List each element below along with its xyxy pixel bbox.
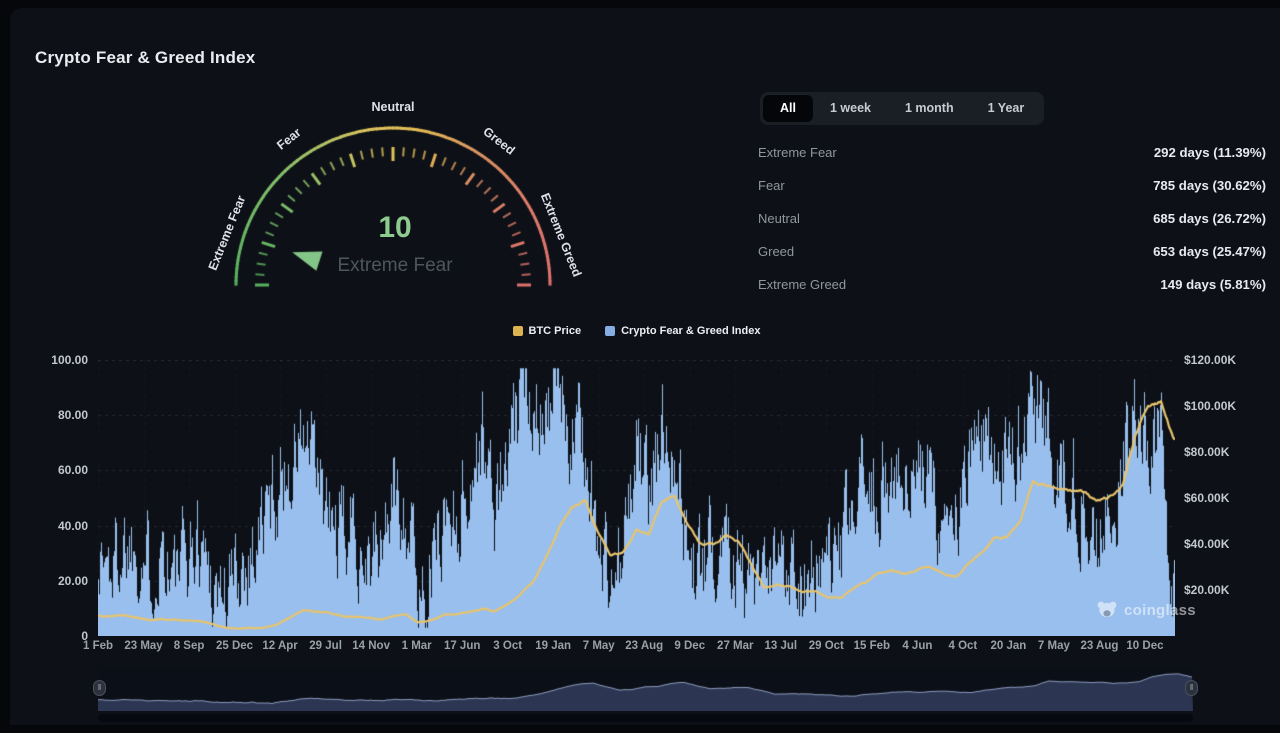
x-tick: 1 Mar [401, 640, 432, 652]
y-left-tick: 80.00 [57, 408, 88, 423]
y-left-tick: 40.00 [57, 518, 88, 533]
x-tick: 14 Nov [352, 640, 390, 652]
x-tick: 7 May [582, 640, 615, 652]
stat-row: Extreme Fear 292 days (11.39%) [758, 136, 1266, 169]
stat-value: 292 days (11.39%) [1153, 145, 1266, 160]
stat-value: 785 days (30.62%) [1153, 178, 1266, 193]
x-tick: 27 Mar [717, 640, 754, 652]
stat-label: Fear [758, 178, 785, 193]
y-left-tick: 20.00 [57, 573, 88, 588]
y-right-tick: $100.00K [1184, 399, 1237, 413]
stat-row: Extreme Greed 149 days (5.81%) [758, 268, 1266, 301]
tab-1-month[interactable]: 1 month [888, 95, 971, 122]
y-left-tick: 0 [81, 629, 88, 643]
navigator-mini-chart[interactable] [98, 666, 1193, 711]
tab-1-week[interactable]: 1 week [813, 95, 888, 122]
y-right-tick: $20.00K [1184, 583, 1230, 597]
y-right-tick: $40.00K [1184, 537, 1230, 551]
legend-label: Crypto Fear & Greed Index [621, 325, 761, 337]
x-tick: 29 Oct [808, 640, 844, 652]
fear-greed-gauge: Extreme Fear Fear Neutral Greed Extreme Gree… [205, 93, 585, 305]
stat-value: 685 days (26.72%) [1153, 211, 1266, 226]
legend-item: Crypto Fear & Greed Index [605, 325, 760, 337]
legend-swatch [512, 326, 523, 336]
fear-greed-history-chart[interactable] [98, 360, 1175, 636]
x-tick: 23 Aug [625, 640, 664, 652]
tab-all[interactable]: All [763, 95, 813, 122]
x-tick: 4 Jun [902, 640, 933, 652]
x-tick: 1 Feb [82, 640, 114, 652]
gauge-status: Extreme Fear [337, 255, 453, 276]
stat-label: Extreme Fear [758, 145, 837, 160]
stat-row: Greed 653 days (25.47%) [758, 235, 1266, 268]
bear-logo-icon [1097, 601, 1117, 617]
stat-label: Neutral [758, 211, 800, 226]
chart-legend: BTC Price Crypto Fear & Greed Index [98, 325, 1175, 337]
range-tabs: All 1 week 1 month 1 Year [760, 92, 1045, 125]
y-left-tick: 60.00 [57, 463, 88, 478]
stat-value: 149 days (5.81%) [1160, 277, 1266, 292]
x-tick: 10 Dec [1126, 640, 1164, 652]
legend-label: BTC Price [528, 325, 582, 337]
fear-greed-card: Crypto Fear & Greed Index Extreme Fear Fe… [10, 8, 1280, 725]
chart-navigator[interactable]: ‖ ‖ [93, 666, 1198, 711]
y-left-tick: 100.00 [51, 353, 88, 367]
navigator-left-handle[interactable]: ‖ [93, 680, 106, 696]
chart-block: 100.00 80.00 60.00 40.00 20.00 0 $120.00K $100… [10, 348, 1280, 733]
stat-label: Extreme Greed [758, 277, 847, 292]
stat-label: Greed [758, 244, 795, 259]
x-tick: 20 Jan [990, 640, 1027, 652]
page-title: Crypto Fear & Greed Index [35, 48, 256, 67]
stat-value: 653 days (25.47%) [1153, 244, 1266, 259]
legend-swatch [605, 326, 616, 336]
x-tick: 17 Jun [443, 640, 481, 652]
navigator-right-handle[interactable]: ‖ [1185, 680, 1198, 696]
stats-list: Extreme Fear 292 days (11.39%) Fear 785 day… [758, 136, 1266, 301]
watermark-text: coinglass [1124, 601, 1196, 619]
x-tick: 8 Sep [173, 640, 205, 652]
gauge-label-neutral: Neutral [371, 100, 415, 114]
x-tick: 13 Jul [764, 640, 798, 652]
y-right-tick: $60.00K [1184, 491, 1230, 505]
navigator-scrollbar-track[interactable] [98, 714, 1193, 722]
x-tick: 4 Oct [948, 640, 978, 652]
x-tick: 23 Aug [1080, 640, 1119, 652]
x-tick: 25 Dec [216, 640, 254, 652]
x-tick: 15 Feb [853, 640, 891, 652]
tab-1-year[interactable]: 1 Year [971, 95, 1042, 122]
legend-item: BTC Price [512, 325, 582, 337]
x-tick: 7 May [1037, 640, 1070, 652]
y-right-tick: $80.00K [1184, 445, 1230, 459]
stat-row: Fear 785 days (30.62%) [758, 169, 1266, 202]
x-tick: 12 Apr [262, 640, 298, 652]
x-tick: 23 May [124, 640, 163, 652]
gauge-value: 10 [378, 211, 412, 244]
x-tick: 9 Dec [674, 640, 706, 652]
watermark: coinglass [1096, 600, 1196, 620]
y-right-tick: $120.00K [1184, 353, 1237, 367]
x-tick: 3 Oct [493, 640, 523, 652]
x-tick: 19 Jan [535, 640, 572, 652]
x-tick: 29 Jul [309, 640, 342, 652]
stat-row: Neutral 685 days (26.72%) [758, 202, 1266, 235]
